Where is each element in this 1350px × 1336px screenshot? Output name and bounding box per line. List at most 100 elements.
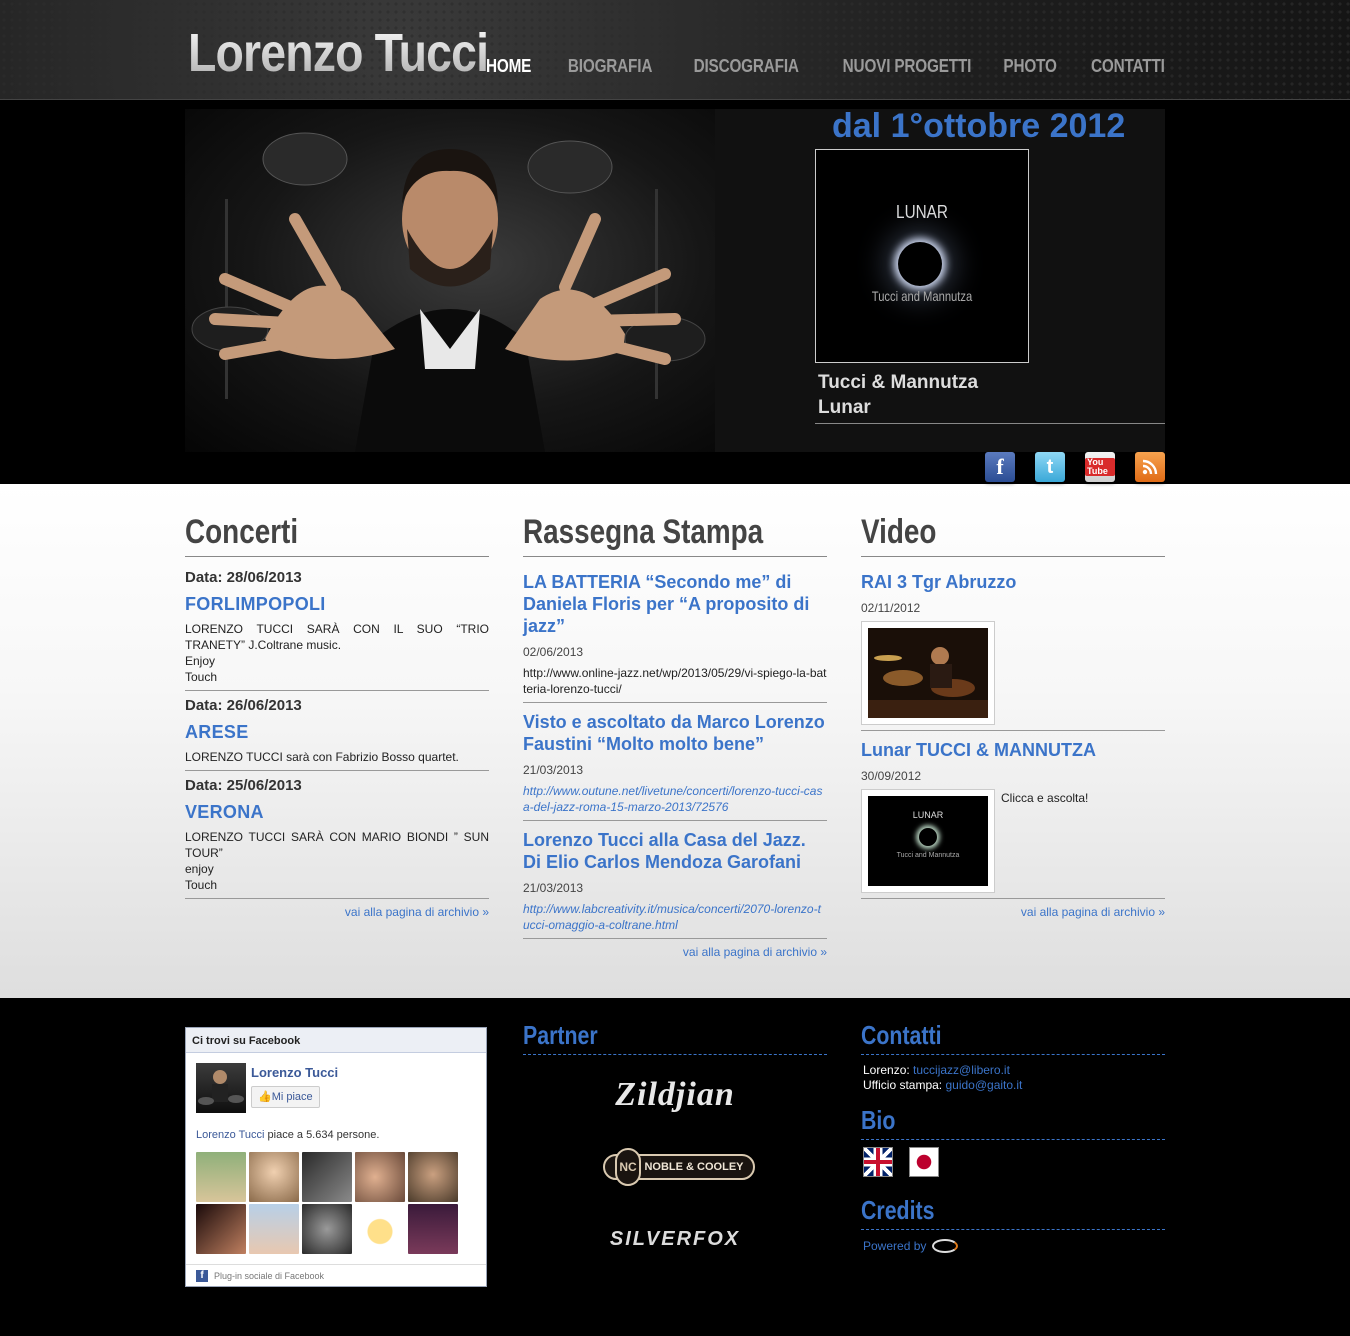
facebook-fans-grid bbox=[196, 1152, 476, 1254]
fan-avatar[interactable] bbox=[355, 1204, 405, 1254]
bio-section: Bio bbox=[861, 1105, 1165, 1140]
contatti-heading: Contatti bbox=[861, 1020, 942, 1050]
contact-email-link[interactable]: guido@gaito.it bbox=[945, 1078, 1022, 1092]
concert-line: Enjoy bbox=[185, 654, 216, 668]
bio-heading: Bio bbox=[861, 1105, 896, 1135]
concert-item: Data: 28/06/2013 FORLIMPOPOLI LORENZO TU… bbox=[185, 569, 489, 685]
video-archive-link[interactable]: vai alla pagina di archivio » bbox=[861, 905, 1165, 919]
fan-avatar[interactable] bbox=[249, 1204, 299, 1254]
nav-discografia[interactable]: DISCOGRAFIA bbox=[693, 56, 798, 77]
fan-avatar[interactable] bbox=[302, 1152, 352, 1202]
concert-line: Touch bbox=[185, 878, 218, 892]
nav-nuovi-progetti[interactable]: NUOVI PROGETTI bbox=[843, 56, 972, 77]
nav-biografia[interactable]: BIOGRAFIA bbox=[568, 56, 652, 77]
facebook-page-name[interactable]: Lorenzo Tucci bbox=[251, 1065, 338, 1080]
contact-ufficio: Ufficio stampa: guido@gaito.it bbox=[863, 1078, 1165, 1093]
facebook-like-label: Mi piace bbox=[271, 1091, 313, 1103]
fan-avatar[interactable] bbox=[196, 1204, 246, 1254]
concert-date: Data: 25/06/2013 bbox=[185, 777, 302, 794]
site-logo[interactable]: Lorenzo Tucci bbox=[188, 22, 489, 84]
contact-email-link[interactable]: tuccijazz@libero.it bbox=[913, 1063, 1010, 1077]
facebook-icon[interactable]: f bbox=[985, 452, 1015, 482]
concert-city[interactable]: FORLIMPOPOLI bbox=[185, 594, 489, 615]
powered-by[interactable]: Powered by bbox=[863, 1239, 959, 1253]
video-item: RAI 3 Tgr Abruzzo 02/11/2012 bbox=[861, 571, 1165, 725]
article-date: 21/03/2013 bbox=[523, 881, 584, 895]
rss-icon[interactable] bbox=[1135, 452, 1165, 482]
youtube-icon[interactable]: You Tube bbox=[1085, 452, 1115, 482]
twitter-icon[interactable]: t bbox=[1035, 452, 1065, 482]
facebook-icon: f bbox=[196, 1269, 208, 1282]
developer-logo-icon bbox=[932, 1239, 959, 1253]
article-title[interactable]: Visto e ascoltato da Marco Lorenzo Faust… bbox=[523, 711, 827, 755]
facebook-like-button[interactable]: 👍Mi piace bbox=[251, 1086, 320, 1108]
album-caption-artists: Tucci & Mannutza bbox=[818, 372, 979, 393]
rassegna-archive-link[interactable]: vai alla pagina di archivio » bbox=[523, 945, 827, 959]
facebook-profile-picture[interactable] bbox=[196, 1063, 246, 1113]
concerti-heading: Concerti bbox=[185, 513, 299, 551]
main-content: Concerti Data: 28/06/2013 FORLIMPOPOLI L… bbox=[0, 484, 1350, 998]
facebook-like-count: Lorenzo Tucci piace a 5.634 persone. bbox=[196, 1129, 379, 1141]
facebook-plugin-label[interactable]: Plug-in sociale di Facebook bbox=[214, 1271, 324, 1281]
partner-logo-label: NOBLE & COOLEY bbox=[644, 1161, 744, 1173]
concert-text: LORENZO TUCCI SARÀ CON IL SUO “TRIO TRAN… bbox=[185, 621, 489, 685]
divider bbox=[861, 1054, 1165, 1055]
article-item: LA BATTERIA “Secondo me” di Daniela Flor… bbox=[523, 571, 827, 697]
divider bbox=[185, 690, 489, 691]
article-date: 21/03/2013 bbox=[523, 763, 584, 777]
main-nav: HOME BIOGRAFIA DISCOGRAFIA NUOVI PROGETT… bbox=[478, 56, 1165, 77]
concert-line: enjoy bbox=[185, 862, 214, 876]
article-link[interactable]: http://www.outune.net/livetune/concerti/… bbox=[523, 783, 827, 815]
contact-label: Ufficio stampa: bbox=[863, 1078, 946, 1092]
nav-home[interactable]: HOME bbox=[486, 56, 531, 77]
video-title[interactable]: RAI 3 Tgr Abruzzo bbox=[861, 571, 1165, 593]
site-header: Lorenzo Tucci HOME BIOGRAFIA DISCOGRAFIA… bbox=[0, 0, 1350, 100]
fan-avatar[interactable] bbox=[355, 1152, 405, 1202]
credits-section: Credits bbox=[861, 1195, 1165, 1230]
divider bbox=[861, 1229, 1165, 1230]
video-title[interactable]: Lunar TUCCI & MANNUTZA bbox=[861, 739, 1165, 761]
article-link[interactable]: http://www.online-jazz.net/wp/2013/05/29… bbox=[523, 665, 827, 697]
divider bbox=[185, 770, 489, 771]
concert-city[interactable]: VERONA bbox=[185, 802, 489, 823]
divider bbox=[523, 938, 827, 939]
article-link[interactable]: http://www.labcreativity.it/musica/conce… bbox=[523, 901, 827, 933]
uk-flag-icon[interactable] bbox=[863, 1147, 893, 1177]
concert-item: Data: 25/06/2013 VERONA LORENZO TUCCI SA… bbox=[185, 777, 489, 893]
concerti-archive-link[interactable]: vai alla pagina di archivio » bbox=[185, 905, 489, 919]
facebook-like-box: Ci trovi su Facebook Lorenzo Tucci 👍Mi p… bbox=[185, 1027, 487, 1287]
concert-text: LORENZO TUCCI SARÀ CON MARIO BIONDI ” SU… bbox=[185, 829, 489, 893]
concert-text: LORENZO TUCCI sarà con Fabrizio Bosso qu… bbox=[185, 749, 489, 765]
article-item: Lorenzo Tucci alla Casa del Jazz. Di Eli… bbox=[523, 829, 827, 933]
partner-logo-silverfox[interactable]: SILVERFOX bbox=[523, 1228, 827, 1251]
album-caption-title: Lunar bbox=[818, 397, 871, 418]
japan-flag-icon[interactable] bbox=[909, 1147, 939, 1177]
rassegna-column: Rassegna Stampa LA BATTERIA “Secondo me”… bbox=[523, 512, 827, 959]
divider bbox=[861, 556, 1165, 557]
fan-avatar[interactable] bbox=[196, 1152, 246, 1202]
fan-avatar[interactable] bbox=[408, 1152, 458, 1202]
video-thumbnail[interactable]: LUNAR Tucci and Mannutza bbox=[861, 789, 995, 893]
partner-logo-zildjian[interactable]: Zildjian bbox=[523, 1076, 827, 1114]
youtube-icon-label: You Tube bbox=[1085, 458, 1115, 476]
video-thumbnail[interactable] bbox=[861, 621, 995, 725]
album-cover[interactable]: LUNAR Tucci and Mannutza bbox=[815, 149, 1029, 363]
divider bbox=[861, 1139, 1165, 1140]
hero-photo bbox=[185, 109, 715, 452]
partner-section: Partner bbox=[523, 1020, 827, 1055]
nav-photo[interactable]: PHOTO bbox=[1003, 56, 1056, 77]
article-title[interactable]: LA BATTERIA “Secondo me” di Daniela Flor… bbox=[523, 571, 827, 637]
partner-logo-noble-cooley[interactable]: NC NOBLE & COOLEY bbox=[603, 1148, 755, 1186]
fan-avatar[interactable] bbox=[408, 1204, 458, 1254]
nav-contatti[interactable]: CONTATTI bbox=[1091, 56, 1165, 77]
album-caption[interactable]: Tucci & Mannutza Lunar bbox=[818, 370, 1165, 420]
fan-avatar[interactable] bbox=[302, 1204, 352, 1254]
facebook-count-page-link[interactable]: Lorenzo Tucci bbox=[196, 1129, 264, 1141]
article-title[interactable]: Lorenzo Tucci alla Casa del Jazz. Di Eli… bbox=[523, 829, 827, 873]
facebook-count-text: piace a 5.634 persone. bbox=[264, 1129, 380, 1141]
fan-avatar[interactable] bbox=[249, 1152, 299, 1202]
concert-city[interactable]: ARESE bbox=[185, 722, 489, 743]
contatti-section: Contatti Lorenzo: tuccijazz@libero.it Uf… bbox=[861, 1020, 1165, 1093]
concert-item: Data: 26/06/2013 ARESE LORENZO TUCCI sar… bbox=[185, 697, 489, 765]
concert-line: LORENZO TUCCI sarà con Fabrizio Bosso qu… bbox=[185, 750, 459, 764]
